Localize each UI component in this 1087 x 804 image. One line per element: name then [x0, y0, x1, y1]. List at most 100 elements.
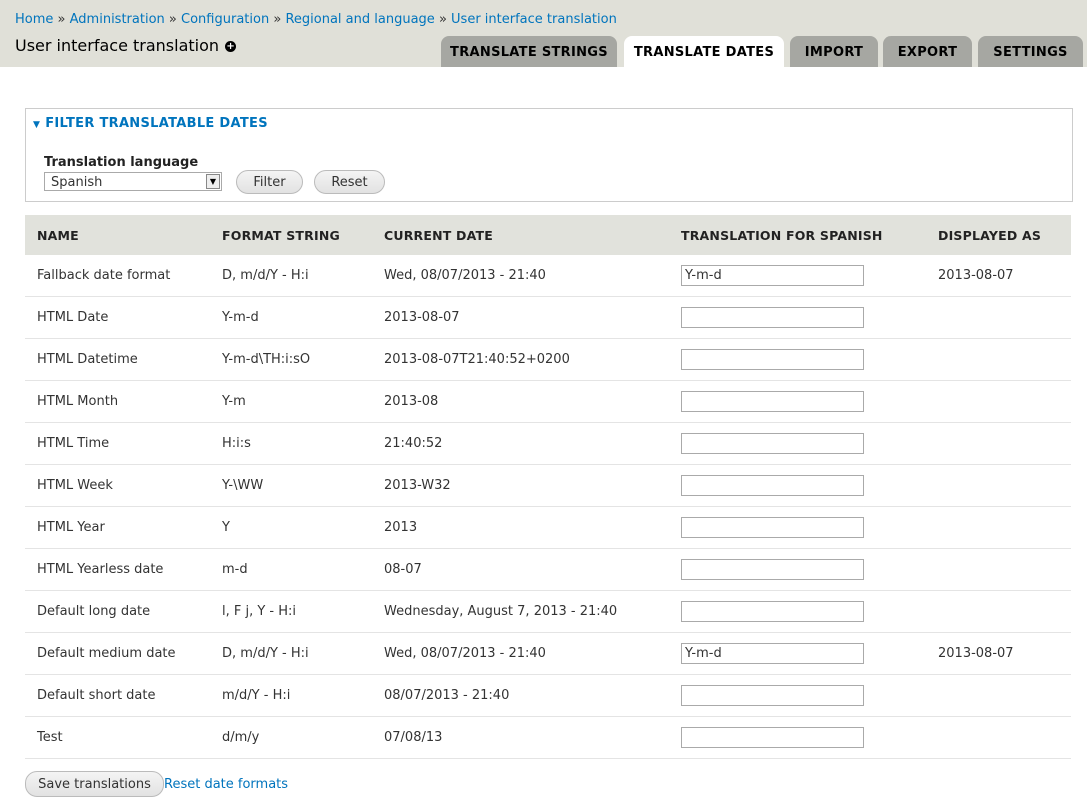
- translation-cell: [669, 380, 926, 423]
- current-date-cell: 2013-08: [372, 380, 669, 423]
- format-string-cell: m/d/Y - H:i: [210, 674, 372, 717]
- save-translations-button[interactable]: Save translations: [25, 771, 164, 797]
- translation-input[interactable]: [681, 475, 864, 496]
- translation-input[interactable]: [681, 265, 864, 286]
- displayed-as-cell: [926, 296, 1071, 339]
- table-row: Default long date l, F j, Y - H:i Wednesda…: [25, 590, 1071, 633]
- column-header-name: NAME: [25, 215, 210, 255]
- format-string-cell: Y-\WW: [210, 464, 372, 507]
- name-cell: HTML Date: [25, 296, 210, 339]
- translation-cell: [669, 632, 926, 675]
- add-shortcut-icon[interactable]: +: [225, 41, 237, 52]
- translation-input[interactable]: [681, 643, 864, 664]
- current-date-cell: 21:40:52: [372, 422, 669, 465]
- format-string-cell: m-d: [210, 548, 372, 591]
- format-string-cell: l, F j, Y - H:i: [210, 590, 372, 633]
- filter-button[interactable]: Filter: [236, 170, 303, 194]
- table-row: Default short date m/d/Y - H:i 08/07/2013 …: [25, 674, 1071, 717]
- current-date-cell: 2013-08-07T21:40:52+0200: [372, 338, 669, 381]
- format-string-cell: H:i:s: [210, 422, 372, 465]
- translation-cell: [669, 506, 926, 549]
- translation-language-label: Translation language: [44, 155, 199, 170]
- displayed-as-cell: [926, 464, 1071, 507]
- breadcrumb-separator: »: [438, 12, 447, 27]
- table-row: HTML Week Y-\WW 2013-W32: [25, 464, 1071, 507]
- format-string-cell: D, m/d/Y - H:i: [210, 255, 372, 297]
- date-formats-table: NAME FORMAT STRING CURRENT DATE TRANSLAT…: [25, 215, 1071, 759]
- name-cell: HTML Datetime: [25, 338, 210, 381]
- page-header: Home » Administration » Configuration » …: [0, 0, 1087, 67]
- name-cell: HTML Yearless date: [25, 548, 210, 591]
- column-header-displayed-as: DISPLAYED AS: [926, 215, 1071, 255]
- translation-cell: [669, 422, 926, 465]
- name-cell: HTML Week: [25, 464, 210, 507]
- displayed-as-cell: [926, 716, 1071, 759]
- breadcrumb-ui-translation[interactable]: User interface translation: [451, 12, 617, 27]
- table-row: HTML Yearless date m-d 08-07: [25, 548, 1071, 591]
- breadcrumb-separator: »: [168, 12, 177, 27]
- table-row: HTML Month Y-m 2013-08: [25, 380, 1071, 423]
- breadcrumb-regional-language[interactable]: Regional and language: [285, 12, 434, 27]
- translation-cell: [669, 590, 926, 633]
- format-string-cell: d/m/y: [210, 716, 372, 759]
- current-date-cell: 07/08/13: [372, 716, 669, 759]
- translation-input[interactable]: [681, 517, 864, 538]
- breadcrumb-configuration[interactable]: Configuration: [181, 12, 269, 27]
- name-cell: HTML Time: [25, 422, 210, 465]
- table-row: Default medium date D, m/d/Y - H:i Wed, 08…: [25, 632, 1071, 675]
- displayed-as-cell: [926, 338, 1071, 381]
- breadcrumb-home[interactable]: Home: [15, 12, 53, 27]
- displayed-as-cell: [926, 674, 1071, 717]
- table-row: HTML Year Y 2013: [25, 506, 1071, 549]
- name-cell: Default medium date: [25, 632, 210, 675]
- dropdown-arrow-icon: ▼: [206, 174, 220, 189]
- name-cell: HTML Year: [25, 506, 210, 549]
- displayed-as-cell: [926, 590, 1071, 633]
- name-cell: Default short date: [25, 674, 210, 717]
- translation-input[interactable]: [681, 559, 864, 580]
- name-cell: Test: [25, 716, 210, 759]
- table-row: HTML Time H:i:s 21:40:52: [25, 422, 1071, 465]
- translation-cell: [669, 548, 926, 591]
- translation-input[interactable]: [681, 685, 864, 706]
- reset-date-formats-link[interactable]: Reset date formats: [164, 777, 288, 792]
- translation-input[interactable]: [681, 307, 864, 328]
- translation-input[interactable]: [681, 349, 864, 370]
- displayed-as-cell: [926, 380, 1071, 423]
- translation-cell: [669, 464, 926, 507]
- format-string-cell: Y-m-d: [210, 296, 372, 339]
- current-date-cell: 2013-W32: [372, 464, 669, 507]
- breadcrumb-separator: »: [273, 12, 282, 27]
- translation-input[interactable]: [681, 727, 864, 748]
- breadcrumb-administration[interactable]: Administration: [70, 12, 165, 27]
- current-date-cell: 2013-08-07: [372, 296, 669, 339]
- translation-cell: [669, 296, 926, 339]
- translation-input[interactable]: [681, 601, 864, 622]
- format-string-cell: D, m/d/Y - H:i: [210, 632, 372, 675]
- tab-translate-dates[interactable]: TRANSLATE DATES: [624, 36, 784, 67]
- reset-button[interactable]: Reset: [314, 170, 385, 194]
- translation-input[interactable]: [681, 391, 864, 412]
- translation-input[interactable]: [681, 433, 864, 454]
- collapse-triangle-icon: ▼: [33, 120, 41, 130]
- format-string-cell: Y-m-d\TH:i:sO: [210, 338, 372, 381]
- displayed-as-cell: 2013-08-07: [926, 255, 1071, 297]
- breadcrumb-separator: »: [57, 12, 66, 27]
- tab-translate-strings[interactable]: TRANSLATE STRINGS: [441, 36, 617, 67]
- table-row: HTML Datetime Y-m-d\TH:i:sO 2013-08-07T21:…: [25, 338, 1071, 381]
- format-string-cell: Y-m: [210, 380, 372, 423]
- table-body: Fallback date format D, m/d/Y - H:i Wed, 0…: [25, 255, 1071, 759]
- table-row: HTML Date Y-m-d 2013-08-07: [25, 296, 1071, 339]
- translation-cell: [669, 255, 926, 297]
- filter-legend-text: FILTER TRANSLATABLE DATES: [45, 116, 268, 131]
- tab-export[interactable]: EXPORT: [883, 36, 972, 67]
- current-date-cell: 08/07/2013 - 21:40: [372, 674, 669, 717]
- selected-language: Spanish: [51, 175, 103, 190]
- filter-legend[interactable]: ▼ FILTER TRANSLATABLE DATES: [33, 116, 268, 131]
- column-header-current-date: CURRENT DATE: [372, 215, 669, 255]
- translation-language-select[interactable]: Spanish ▼: [44, 172, 222, 191]
- tab-settings[interactable]: SETTINGS: [978, 36, 1083, 67]
- page-title-text: User interface translation: [15, 36, 220, 55]
- tab-import[interactable]: IMPORT: [790, 36, 878, 67]
- translation-cell: [669, 338, 926, 381]
